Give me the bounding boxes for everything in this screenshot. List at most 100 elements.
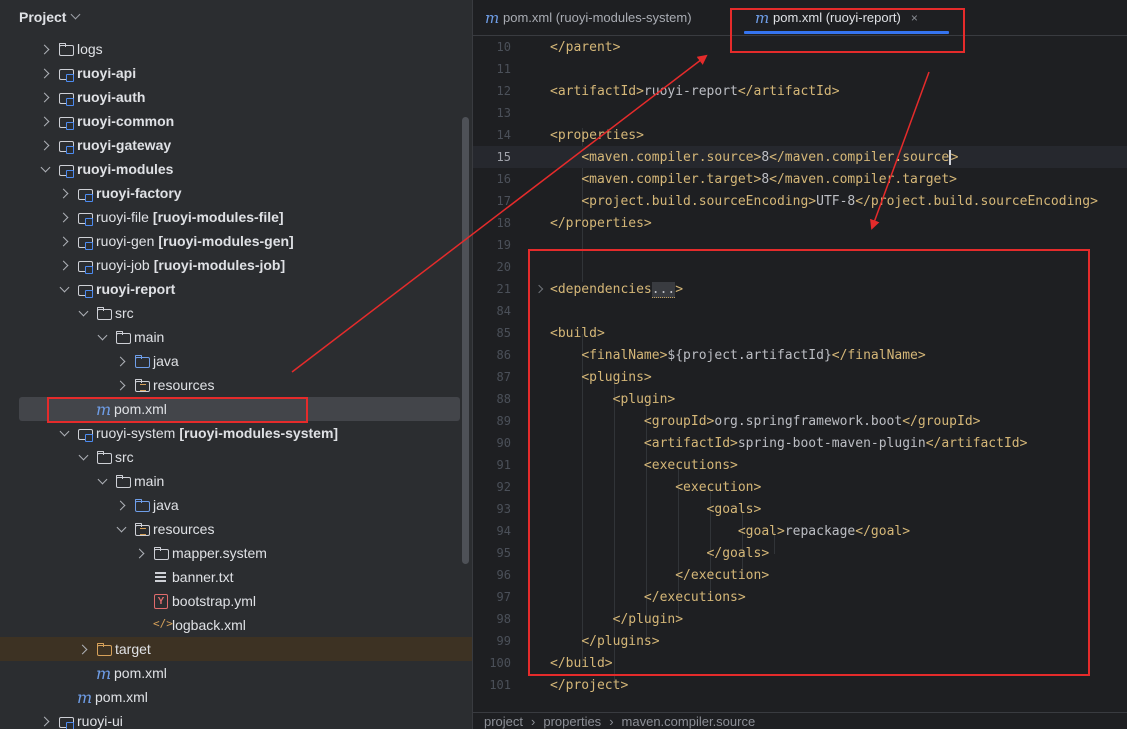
breadcrumb-item[interactable]: properties — [543, 714, 601, 729]
chevron-right-icon[interactable] — [40, 716, 50, 726]
code-line[interactable]: 94 <goal>repackage</goal> — [473, 520, 1127, 542]
tree-item-label: ruoyi-auth — [77, 89, 146, 105]
code-line[interactable]: 18 </properties> — [473, 212, 1127, 234]
tree-item[interactable]: ruoyi-system [ruoyi-modules-system] — [0, 421, 472, 445]
code-line[interactable]: 100 </build> — [473, 652, 1127, 674]
module-folder-icon — [58, 113, 74, 130]
tab-pom-ruoyi-report[interactable]: m pom.xml (ruoyi-report) × — [755, 0, 918, 35]
chevron-right-icon[interactable] — [78, 644, 88, 654]
tree-item[interactable]: resources — [0, 517, 472, 541]
tree-item[interactable]: src — [0, 445, 472, 469]
chevron-down-icon[interactable] — [78, 308, 88, 318]
code-line[interactable]: 98 </plugin> — [473, 608, 1127, 630]
tree-item[interactable]: target — [0, 637, 472, 661]
code-line[interactable]: 96 </execution> — [473, 564, 1127, 586]
tree-item[interactable]: Ybootstrap.yml — [0, 589, 472, 613]
code-line[interactable]: 15 <maven.compiler.source>8</maven.compi… — [473, 146, 1127, 168]
tree-item[interactable]: main — [0, 469, 472, 493]
tree-item[interactable]: java — [0, 493, 472, 517]
tree-item[interactable]: ruoyi-auth — [0, 85, 472, 109]
line-number: 15 — [496, 150, 511, 164]
project-panel-header[interactable]: Project — [0, 0, 472, 33]
code-line[interactable]: 19 — [473, 234, 1127, 256]
code-line[interactable]: 87 <plugins> — [473, 366, 1127, 388]
chevron-down-icon[interactable] — [59, 428, 69, 438]
fold-expand-icon[interactable] — [534, 284, 544, 294]
tree-item[interactable]: ruoyi-modules — [0, 157, 472, 181]
code-line[interactable]: 20 — [473, 256, 1127, 278]
code-line[interactable]: 92 <execution> — [473, 476, 1127, 498]
code-editor[interactable]: 10 </parent> 11 12 <artifactId>ruoyi-report<… — [473, 36, 1127, 716]
chevron-right-icon[interactable] — [116, 380, 126, 390]
module-folder-icon — [58, 65, 74, 82]
line-number: 13 — [496, 106, 511, 120]
code-line[interactable]: 86 <finalName>${project.artifactId}</fin… — [473, 344, 1127, 366]
code-line[interactable]: 84 — [473, 300, 1127, 322]
chevron-right-icon[interactable] — [40, 92, 50, 102]
code-line[interactable]: 85 <build> — [473, 322, 1127, 344]
tree-item[interactable]: ruoyi-file [ruoyi-modules-file] — [0, 205, 472, 229]
tab-pom-ruoyi-modules-system[interactable]: m pom.xml (ruoyi-modules-system) — [485, 0, 692, 35]
chevron-down-icon[interactable] — [97, 332, 107, 342]
code-line[interactable]: 11 — [473, 58, 1127, 80]
tree-item[interactable]: mapper.system — [0, 541, 472, 565]
tree-item[interactable]: m pom.xml — [0, 661, 472, 685]
tree-item[interactable]: ruoyi-report — [0, 277, 472, 301]
breadcrumb-item[interactable]: project — [484, 714, 523, 729]
code-line[interactable]: 12 <artifactId>ruoyi-report</artifactId> — [473, 80, 1127, 102]
tree-item[interactable]: resources — [0, 373, 472, 397]
chevron-right-icon[interactable] — [40, 116, 50, 126]
code-line[interactable]: 99 </plugins> — [473, 630, 1127, 652]
breadcrumb-item[interactable]: maven.compiler.source — [622, 714, 756, 729]
chevron-right-icon[interactable] — [59, 188, 69, 198]
code-line[interactable]: 101 </project> — [473, 674, 1127, 696]
tree-item[interactable]: ruoyi-common — [0, 109, 472, 133]
tree-item[interactable]: src — [0, 301, 472, 325]
tree-item[interactable]: m pom.xml — [19, 397, 460, 421]
code-line[interactable]: 91 <executions> — [473, 454, 1127, 476]
chevron-right-icon[interactable] — [59, 212, 69, 222]
code-line[interactable]: 17 <project.build.sourceEncoding>UTF-8</… — [473, 190, 1127, 212]
chevron-right-icon[interactable] — [59, 236, 69, 246]
code-line[interactable]: 97 </executions> — [473, 586, 1127, 608]
chevron-down-icon[interactable] — [78, 452, 88, 462]
tree-item[interactable]: ruoyi-gateway — [0, 133, 472, 157]
chevron-down-icon[interactable] — [116, 524, 126, 534]
tree-item[interactable]: ruoyi-factory — [0, 181, 472, 205]
code-line[interactable]: 16 <maven.compiler.target>8</maven.compi… — [473, 168, 1127, 190]
chevron-right-icon[interactable] — [40, 140, 50, 150]
code-line[interactable]: 89 <groupId>org.springframework.boot</gr… — [473, 410, 1127, 432]
chevron-right-icon[interactable] — [59, 260, 69, 270]
chevron-right-icon[interactable] — [40, 44, 50, 54]
code-line[interactable]: 93 <goals> — [473, 498, 1127, 520]
tree-item[interactable]: ruoyi-api — [0, 61, 472, 85]
chevron-right-icon[interactable] — [135, 548, 145, 558]
code-line[interactable]: 88 <plugin> — [473, 388, 1127, 410]
tree-item[interactable]: logs — [0, 37, 472, 61]
tree-item[interactable]: main — [0, 325, 472, 349]
chevron-down-icon[interactable] — [97, 476, 107, 486]
tree-item[interactable]: ruoyi-job [ruoyi-modules-job] — [0, 253, 472, 277]
tree-item[interactable]: ruoyi-gen [ruoyi-modules-gen] — [0, 229, 472, 253]
tree-item[interactable]: ruoyi-ui — [0, 709, 472, 729]
code-line[interactable]: 14 <properties> — [473, 124, 1127, 146]
chevron-down-icon[interactable] — [40, 164, 50, 174]
code-line[interactable]: 10 </parent> — [473, 36, 1127, 58]
tree-item[interactable]: m pom.xml — [0, 685, 472, 709]
close-icon[interactable]: × — [911, 11, 918, 25]
code-line[interactable]: 95 </goals> — [473, 542, 1127, 564]
code-line[interactable]: 13 — [473, 102, 1127, 124]
tree-item[interactable]: </> logback.xml — [0, 613, 472, 637]
tree-item[interactable]: java — [0, 349, 472, 373]
code-text: <plugin> — [612, 391, 676, 407]
chevron-right-icon[interactable] — [116, 500, 126, 510]
chevron-down-icon[interactable] — [59, 284, 69, 294]
code-line[interactable]: 90 <artifactId>spring-boot-maven-plugin<… — [473, 432, 1127, 454]
project-scrollbar[interactable] — [462, 117, 469, 564]
code-line[interactable]: 21 <dependencies...> — [473, 278, 1127, 300]
tree-item[interactable]: banner.txt — [0, 565, 472, 589]
chevron-right-icon[interactable] — [40, 68, 50, 78]
chevron-down-icon[interactable] — [71, 9, 81, 20]
code-text: <finalName>${project.artifactId}</finalN… — [581, 347, 926, 363]
chevron-right-icon[interactable] — [116, 356, 126, 366]
